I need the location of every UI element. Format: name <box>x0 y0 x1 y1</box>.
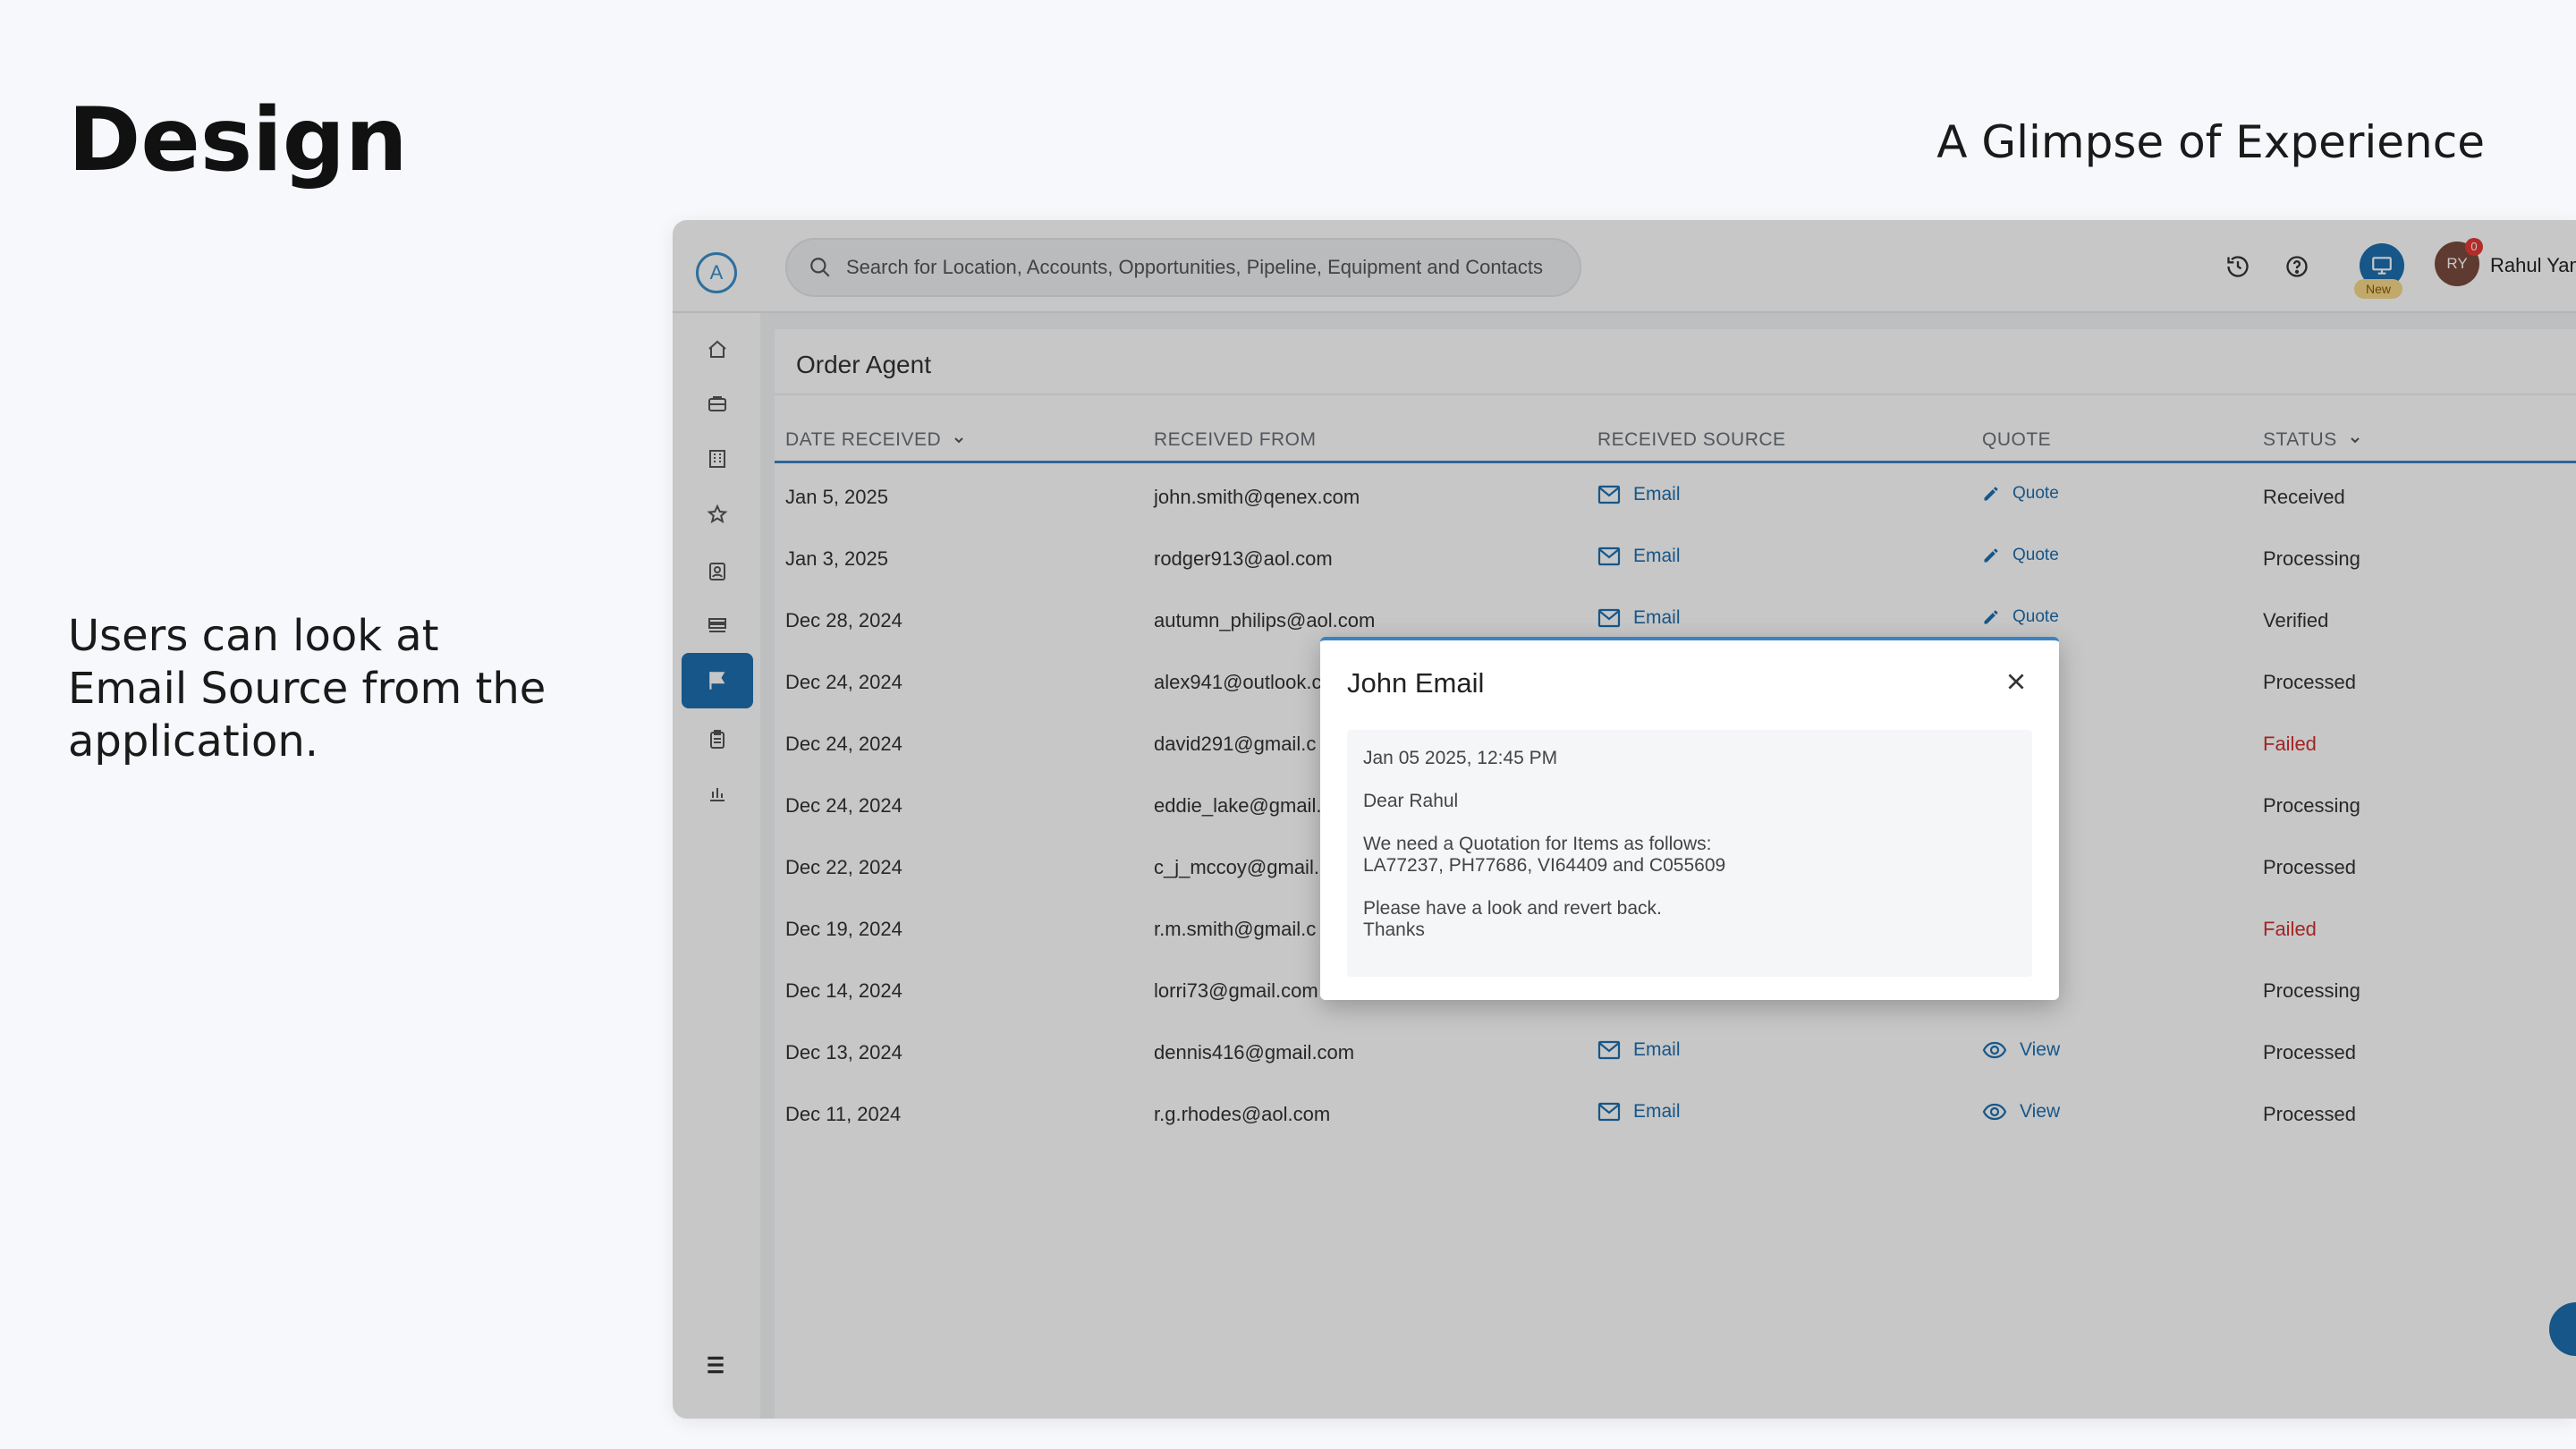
email-greeting: Dear Rahul <box>1363 791 1459 811</box>
email-text-line: We need a Quotation for Items as follows… <box>1363 834 1712 854</box>
close-button[interactable] <box>2002 667 2030 696</box>
slide-subtitle: A Glimpse of Experience <box>1936 116 2485 168</box>
slide-caption: Users can look at Email Source from the … <box>68 611 547 767</box>
email-date: Jan 05 2025, 12:45 PM <box>1363 748 1558 768</box>
email-text-line: Please have a look and revert back. <box>1363 898 1662 919</box>
email-text-line: Thanks <box>1363 919 1425 940</box>
email-text-line: LA77237, PH77686, VI64409 and C055609 <box>1363 855 1726 876</box>
email-modal: John Email Jan 05 2025, 12:45 PM Dear Ra… <box>1320 637 2059 1000</box>
modal-title: John Email <box>1347 667 1485 699</box>
close-icon <box>2008 674 2024 690</box>
slide-title: Design <box>68 89 408 191</box>
email-body: Jan 05 2025, 12:45 PM Dear Rahul We need… <box>1347 730 2032 977</box>
